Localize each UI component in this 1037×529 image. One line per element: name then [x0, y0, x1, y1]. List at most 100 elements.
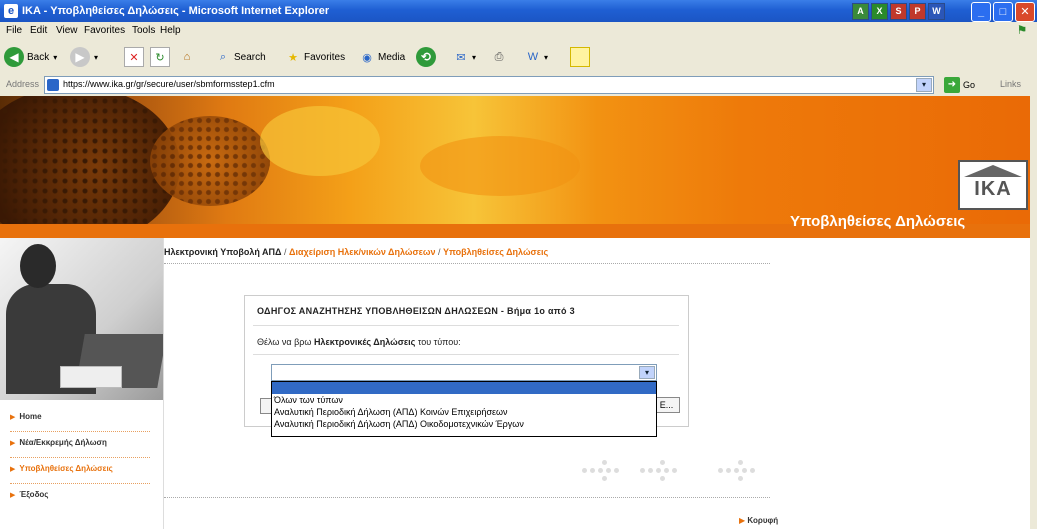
- notes-icon: [570, 47, 590, 67]
- back-dropdown-icon[interactable]: ▾: [53, 53, 57, 62]
- next-step-button[interactable]: Ε...: [653, 397, 680, 413]
- address-url: https://www.ika.gr/gr/secure/user/sbmfor…: [63, 79, 275, 89]
- wizard-prompt: Θέλω να βρω Ηλεκτρονικές Δηλώσεις του τύ…: [257, 337, 461, 347]
- media-label: Media: [378, 51, 406, 63]
- windows-logo-icon: ⚑: [1011, 23, 1033, 39]
- option-apd-common[interactable]: Αναλυτική Περιοδική Δήλωση (ΑΠΔ) Κοινών …: [272, 406, 656, 418]
- powerpoint-app-icon[interactable]: P: [909, 3, 926, 20]
- back-button[interactable]: ◀ Back ▾: [4, 46, 57, 68]
- breadcrumb-current: Υποβληθείσες Δηλώσεις: [443, 247, 549, 257]
- home-button[interactable]: ⌂: [178, 46, 196, 68]
- sunflower-image-2: [150, 116, 270, 206]
- breadcrumb-manage[interactable]: Διαχείριση Ηλεκ/νικών Δηλώσεων: [289, 247, 435, 257]
- word-app-icon[interactable]: W: [928, 3, 945, 20]
- page-icon: [47, 79, 59, 91]
- forward-button[interactable]: ▶ ▾: [70, 46, 98, 68]
- breadcrumb-sep: /: [435, 247, 444, 257]
- access-app-icon[interactable]: A: [852, 3, 869, 20]
- sidebar-photo: [0, 238, 163, 400]
- search-button[interactable]: ⌕ Search: [214, 46, 266, 68]
- top-link-label: Κορυφή: [747, 516, 779, 525]
- minimize-button[interactable]: _: [971, 2, 991, 22]
- menu-help[interactable]: Help: [160, 25, 181, 36]
- favorites-star-icon: ★: [288, 51, 298, 64]
- decorative-dots: [640, 456, 680, 486]
- breadcrumb: Ηλεκτρονική Υποβολή ΑΠΔ / Διαχείριση Ηλε…: [164, 247, 548, 257]
- sidebar: ▶ Home ▶ Νέα/Εκκρεμής Δήλωση ▶ Υποβληθεί…: [0, 238, 164, 529]
- option-apd-construction[interactable]: Αναλυτική Περιοδική Δήλωση (ΑΠΔ) Οικοδομ…: [272, 418, 656, 430]
- stop-icon: ✕: [124, 47, 144, 67]
- decorative-dots: [718, 456, 758, 486]
- prompt-bold: Ηλεκτρονικές Δηλώσεις: [313, 337, 416, 347]
- forward-dropdown-icon[interactable]: ▾: [94, 53, 98, 62]
- favorites-button[interactable]: ★ Favorites: [284, 46, 345, 68]
- sidebar-item-label: Υποβληθείσες Δηλώσεις: [19, 464, 113, 473]
- go-arrow-icon: ➜: [944, 77, 960, 93]
- notes-button[interactable]: [570, 46, 590, 68]
- refresh-icon: ↻: [150, 47, 170, 67]
- edit-button[interactable]: W ▾: [524, 46, 548, 68]
- quick-apps: A X S P W: [852, 3, 945, 20]
- prompt-pre: Θέλω να βρω: [257, 337, 314, 347]
- sidebar-nav: ▶ Home ▶ Νέα/Εκκρεμής Δήλωση ▶ Υποβληθεί…: [10, 412, 160, 509]
- media-button[interactable]: ◉ Media: [358, 46, 405, 68]
- menu-favorites[interactable]: Favorites: [84, 25, 125, 36]
- history-icon: ⟲: [416, 47, 436, 67]
- back-to-top-link[interactable]: ▶ Κορυφή: [739, 516, 778, 525]
- print-icon: ⎙: [494, 50, 504, 63]
- menu-view[interactable]: View: [56, 25, 78, 36]
- address-label: Address: [6, 79, 40, 89]
- search-icon: ⌕: [219, 50, 227, 63]
- prompt-post: του τύπου:: [415, 337, 461, 347]
- page-subtitle: Υποβληθείσες Δηλώσεις: [790, 213, 966, 230]
- ie-icon: e: [4, 4, 18, 18]
- chevron-down-icon[interactable]: ▾: [639, 366, 655, 379]
- history-button[interactable]: ⟲: [416, 46, 436, 68]
- arrow-right-icon: ▶: [10, 440, 16, 447]
- go-button[interactable]: ➜ Go: [944, 77, 975, 93]
- print-button[interactable]: ⎙: [490, 46, 508, 68]
- ika-logo[interactable]: IKA: [958, 160, 1028, 210]
- menu-file[interactable]: File: [6, 25, 22, 36]
- sidebar-item-home[interactable]: ▶ Home: [10, 412, 160, 423]
- sidebar-item-label: Νέα/Εκκρεμής Δήλωση: [19, 438, 107, 447]
- refresh-button[interactable]: ↻: [150, 46, 170, 68]
- sheet-app-icon[interactable]: S: [890, 3, 907, 20]
- declaration-type-options: Όλων των τύπων Αναλυτική Περιοδική Δήλωσ…: [271, 381, 657, 437]
- address-dropdown-icon[interactable]: ▾: [916, 78, 932, 92]
- window-titlebar: e IKA - Υποβληθείσες Δηλώσεις - Microsof…: [0, 0, 1037, 22]
- menu-tools[interactable]: Tools: [132, 25, 155, 36]
- option-all-types[interactable]: Όλων των τύπων: [272, 394, 656, 406]
- media-icon: ◉: [362, 51, 372, 64]
- declaration-type-select[interactable]: ▾: [271, 364, 657, 381]
- mail-dropdown-icon[interactable]: ▾: [472, 53, 476, 62]
- maximize-button[interactable]: □: [993, 2, 1013, 22]
- mail-button[interactable]: ✉ ▾: [452, 46, 476, 68]
- sidebar-item-new-declaration[interactable]: ▶ Νέα/Εκκρεμής Δήλωση: [10, 438, 160, 449]
- wizard-heading: ΟΔΗΓΟΣ ΑΝΑΖΗΤΗΣΗΣ ΥΠΟΒΛΗΘΕΙΣΩΝ ΔΗΛΩΣΕΩΝ …: [257, 306, 575, 316]
- arrow-right-icon: ▶: [10, 414, 16, 421]
- close-button[interactable]: ✕: [1015, 2, 1035, 22]
- stop-button[interactable]: ✕: [124, 46, 144, 68]
- excel-app-icon[interactable]: X: [871, 3, 888, 20]
- ika-logo-text: IKA: [974, 178, 1012, 200]
- sidebar-item-submitted[interactable]: ▶ Υποβληθείσες Δηλώσεις: [10, 464, 160, 475]
- menu-edit[interactable]: Edit: [30, 25, 47, 36]
- breadcrumb-root[interactable]: Ηλεκτρονική Υποβολή ΑΠΔ: [164, 247, 282, 257]
- arrow-right-icon: ▶: [10, 492, 16, 499]
- mail-icon: ✉: [456, 51, 466, 64]
- address-input[interactable]: https://www.ika.gr/gr/secure/user/sbmfor…: [44, 76, 934, 94]
- arrow-right-icon: ▶: [10, 466, 16, 473]
- decorative-dots: [582, 456, 622, 486]
- option-empty[interactable]: [272, 382, 656, 394]
- edit-dropdown-icon[interactable]: ▾: [544, 53, 548, 62]
- back-label: Back: [27, 51, 50, 63]
- menu-bar: File Edit View Favorites Tools Help ⚑: [0, 22, 1037, 41]
- links-button[interactable]: Links: [1000, 79, 1021, 89]
- address-bar: Address https://www.ika.gr/gr/secure/use…: [0, 74, 1037, 97]
- sidebar-item-logout[interactable]: ▶ Έξοδος: [10, 490, 160, 501]
- vertical-scrollbar[interactable]: [1030, 96, 1037, 529]
- forward-arrow-icon: ▶: [70, 47, 90, 67]
- arrow-right-icon: ▶: [739, 516, 746, 525]
- window-title: IKA - Υποβληθείσες Δηλώσεις - Microsoft …: [22, 5, 330, 17]
